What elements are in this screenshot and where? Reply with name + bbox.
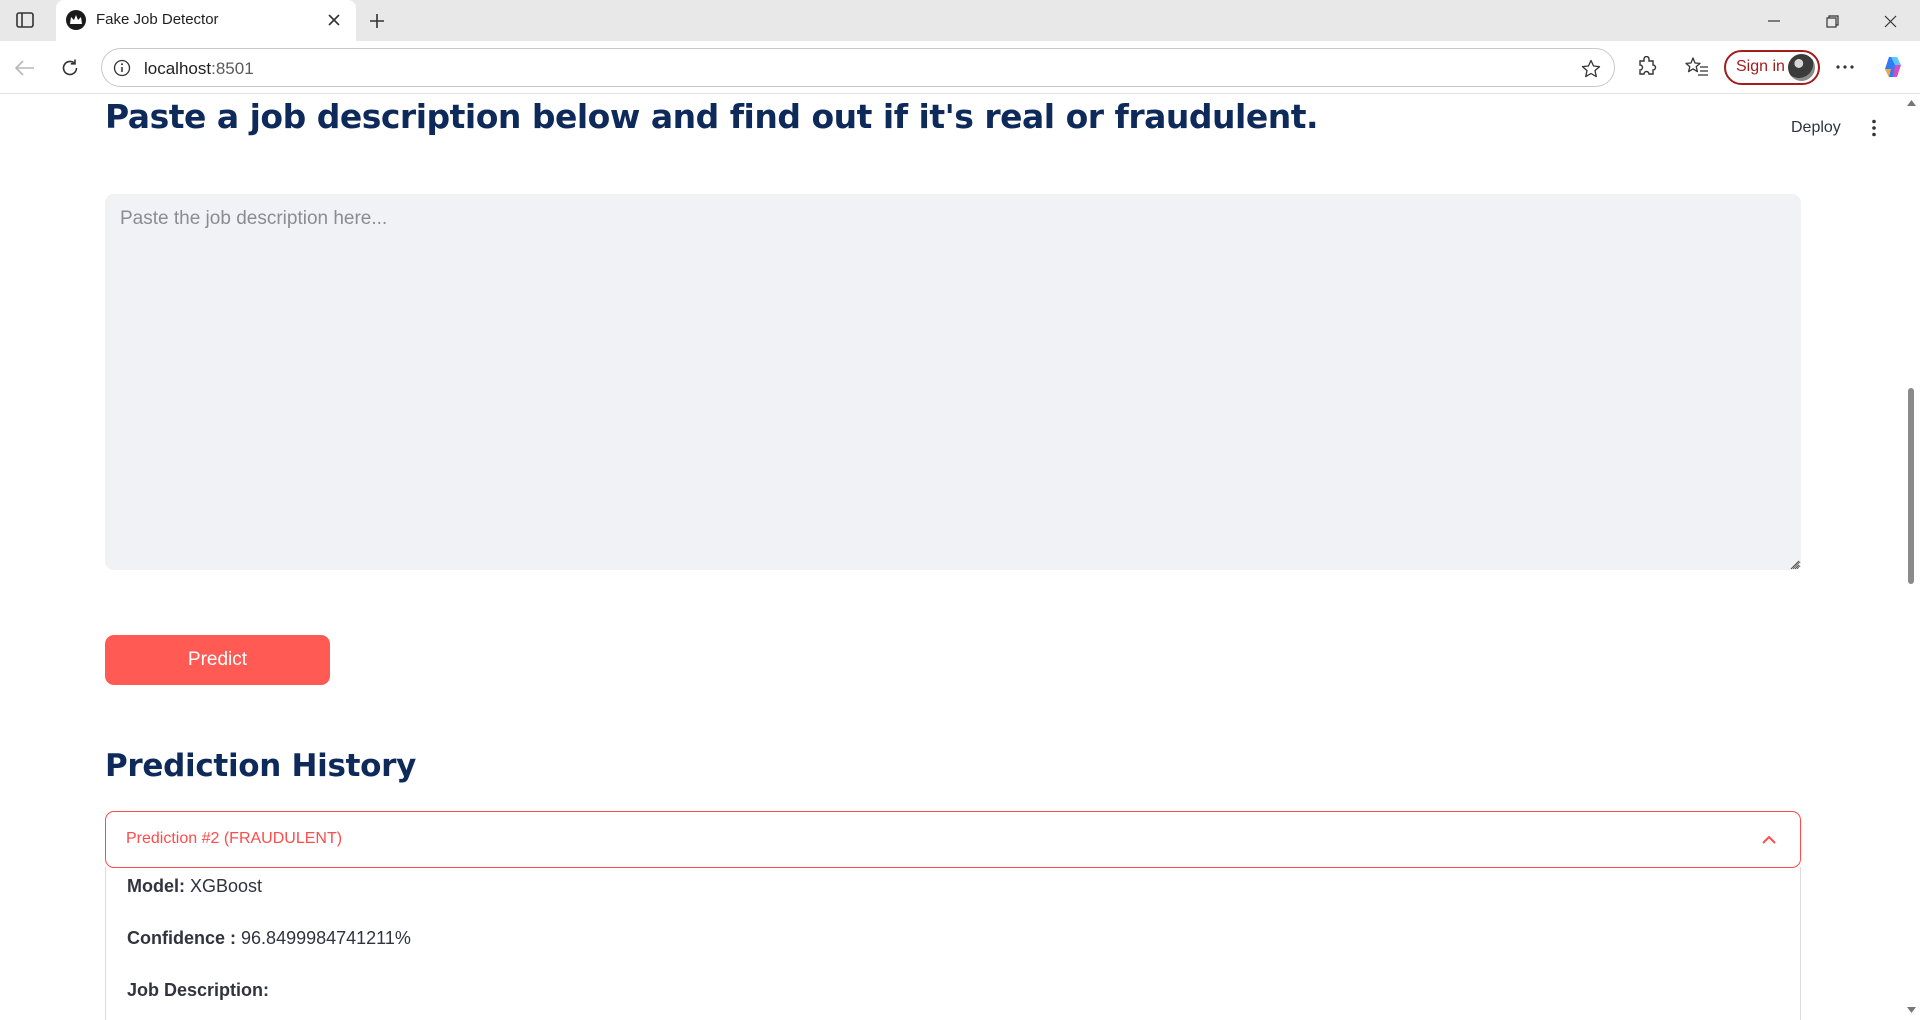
url-text: localhost:8501 (144, 59, 254, 79)
sign-in-label: Sign in (1736, 58, 1785, 75)
page-scrollbar[interactable] (1903, 95, 1920, 1020)
confidence-label: Confidence : (127, 928, 237, 948)
plus-icon[interactable] (364, 8, 390, 34)
url-host: localhost (144, 59, 212, 78)
job-description-label: Job Description: (127, 980, 270, 1000)
sidebar-toggle-icon[interactable] (12, 8, 38, 32)
model-value: XGBoost (190, 876, 263, 896)
history-title: Prediction History (105, 748, 417, 784)
chevron-up-icon[interactable] (1758, 828, 1780, 850)
app-favicon-icon (66, 10, 86, 30)
kebab-menu-icon[interactable] (1864, 117, 1884, 139)
avatar (1788, 54, 1815, 81)
deploy-button[interactable]: Deploy (1791, 119, 1841, 137)
model-row: Model: XGBoost (127, 876, 262, 897)
address-bar[interactable]: localhost:8501 (101, 48, 1615, 87)
extensions-icon[interactable] (1632, 52, 1662, 82)
browser-tab[interactable]: Fake Job Detector (56, 0, 356, 41)
confidence-value: 96.8499984741211% (241, 928, 411, 948)
copilot-icon[interactable] (1878, 52, 1908, 82)
scroll-thumb[interactable] (1908, 388, 1914, 584)
predict-button[interactable]: Predict (105, 635, 330, 685)
job-description-row: Job Description: (127, 980, 269, 1001)
prediction-expander-body: Model: XGBoost Confidence : 96.849998474… (105, 867, 1801, 1020)
favorites-icon[interactable] (1682, 52, 1712, 82)
restore-icon[interactable] (1810, 6, 1854, 36)
more-icon[interactable] (1830, 52, 1860, 82)
page-viewport: Paste a job description below and find o… (0, 95, 1920, 1020)
info-icon[interactable] (112, 58, 132, 78)
browser-toolbar: localhost:8501 Sign in (0, 41, 1920, 94)
reload-icon[interactable] (55, 53, 85, 83)
sign-in-button[interactable]: Sign in (1724, 50, 1820, 85)
resize-handle-icon[interactable] (1788, 557, 1800, 570)
job-description-input[interactable] (105, 194, 1801, 570)
url-port: :8501 (211, 59, 254, 78)
prediction-expander-header[interactable]: Prediction #2 (FRAUDULENT) (105, 811, 1801, 868)
star-icon[interactable] (1580, 58, 1602, 80)
prediction-expander-label: Prediction #2 (FRAUDULENT) (126, 830, 343, 847)
close-window-icon[interactable] (1868, 6, 1912, 36)
confidence-row: Confidence : 96.8499984741211% (127, 928, 411, 949)
model-label: Model: (127, 876, 185, 896)
page-title: Paste a job description below and find o… (105, 97, 1319, 136)
minimize-icon[interactable] (1752, 6, 1796, 36)
back-icon[interactable] (10, 53, 40, 83)
scroll-up-icon[interactable] (1907, 98, 1916, 107)
tab-bar: Fake Job Detector (0, 0, 1920, 41)
tab-title: Fake Job Detector (96, 11, 219, 28)
scroll-down-icon[interactable] (1907, 1005, 1916, 1014)
close-icon[interactable] (324, 10, 344, 30)
